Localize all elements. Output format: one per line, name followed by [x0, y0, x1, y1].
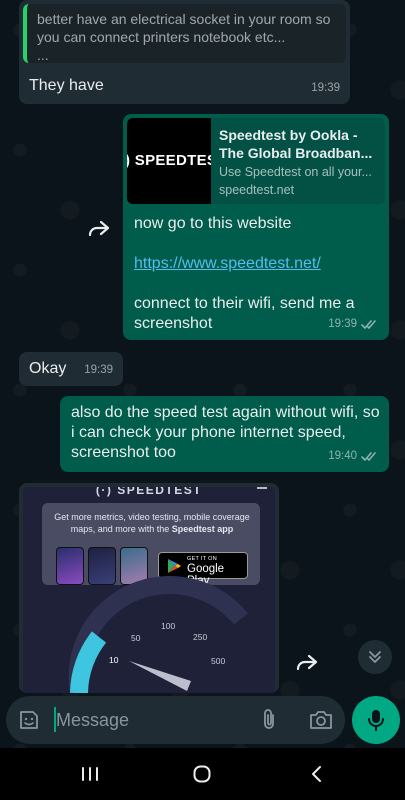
scroll-to-bottom-button[interactable]: [358, 640, 392, 674]
time-label: 19:39: [328, 318, 357, 330]
quoted-text: better have an electrical socket in your…: [37, 11, 331, 45]
read-receipt-icon: [361, 319, 376, 329]
gauge-label: 250: [193, 632, 207, 642]
gauge-label: 50: [131, 633, 141, 643]
message-time: 19:40: [328, 446, 379, 466]
message-bubble-okay[interactable]: Okay 19:39: [19, 352, 123, 386]
message-time: 19:39: [311, 78, 340, 98]
microphone-button[interactable]: [352, 696, 400, 744]
gauge-label: 10: [109, 655, 119, 665]
paperclip-icon[interactable]: [258, 708, 280, 732]
message-composer: Message: [6, 696, 345, 744]
forward-icon[interactable]: [82, 212, 116, 246]
time-label: 19:39: [311, 82, 340, 94]
message-time: 19:39: [84, 360, 113, 380]
double-chevron-down-icon: [369, 651, 381, 663]
back-icon[interactable]: [304, 762, 328, 786]
image-message[interactable]: (·) SPEEDTEST Get more metrics, video te…: [19, 483, 279, 693]
gauge-label: 500: [211, 656, 225, 666]
camera-icon[interactable]: [309, 709, 333, 731]
thumbnail-logo-text: ) SPEEDTES: [127, 152, 211, 169]
time-label: 19:40: [328, 450, 357, 462]
speed-gauge: 10 50 100 250 500: [68, 576, 248, 693]
message-input[interactable]: Message: [56, 710, 129, 731]
link-preview-title: Speedtest by Ookla - The Global Broadban…: [219, 127, 373, 161]
quoted-message[interactable]: better have an electrical socket in your…: [23, 4, 346, 63]
quoted-ellipsis: ...: [37, 47, 49, 63]
message-bubble-link[interactable]: ) SPEEDTES Speedtest by Ookla - The Glob…: [123, 114, 389, 340]
message-bubble-they-have[interactable]: better have an electrical socket in your…: [19, 0, 350, 104]
message-text: Okay: [29, 360, 67, 377]
link-preview-thumbnail: ) SPEEDTES: [127, 118, 211, 204]
forward-icon[interactable]: [290, 646, 324, 680]
message-time: 19:39: [328, 314, 379, 334]
read-receipt-icon: [361, 451, 376, 461]
speedtest-screenshot[interactable]: (·) SPEEDTEST Get more metrics, video te…: [23, 487, 275, 693]
gauge-label: 100: [161, 621, 175, 631]
chat-background: better have an electrical socket in your…: [0, 0, 405, 748]
time-label: 19:39: [84, 364, 113, 376]
link-preview[interactable]: ) SPEEDTES Speedtest by Ookla - The Glob…: [127, 118, 385, 204]
link-preview-description: Use Speedtest on all your...: [219, 165, 372, 179]
recents-icon[interactable]: [78, 762, 102, 786]
microphone-icon: [368, 710, 384, 731]
system-navigation-bar: [0, 748, 405, 800]
message-bubble-speed-request[interactable]: also do the speed test again without wif…: [60, 396, 389, 472]
message-line-1: now go to this website: [134, 215, 292, 232]
message-link[interactable]: https://www.speedtest.net/: [134, 254, 321, 274]
link-preview-domain: speedtest.net: [219, 183, 295, 197]
emoji-sticker-icon[interactable]: [17, 708, 41, 732]
message-text: They have: [29, 77, 104, 94]
home-icon[interactable]: [190, 762, 214, 786]
